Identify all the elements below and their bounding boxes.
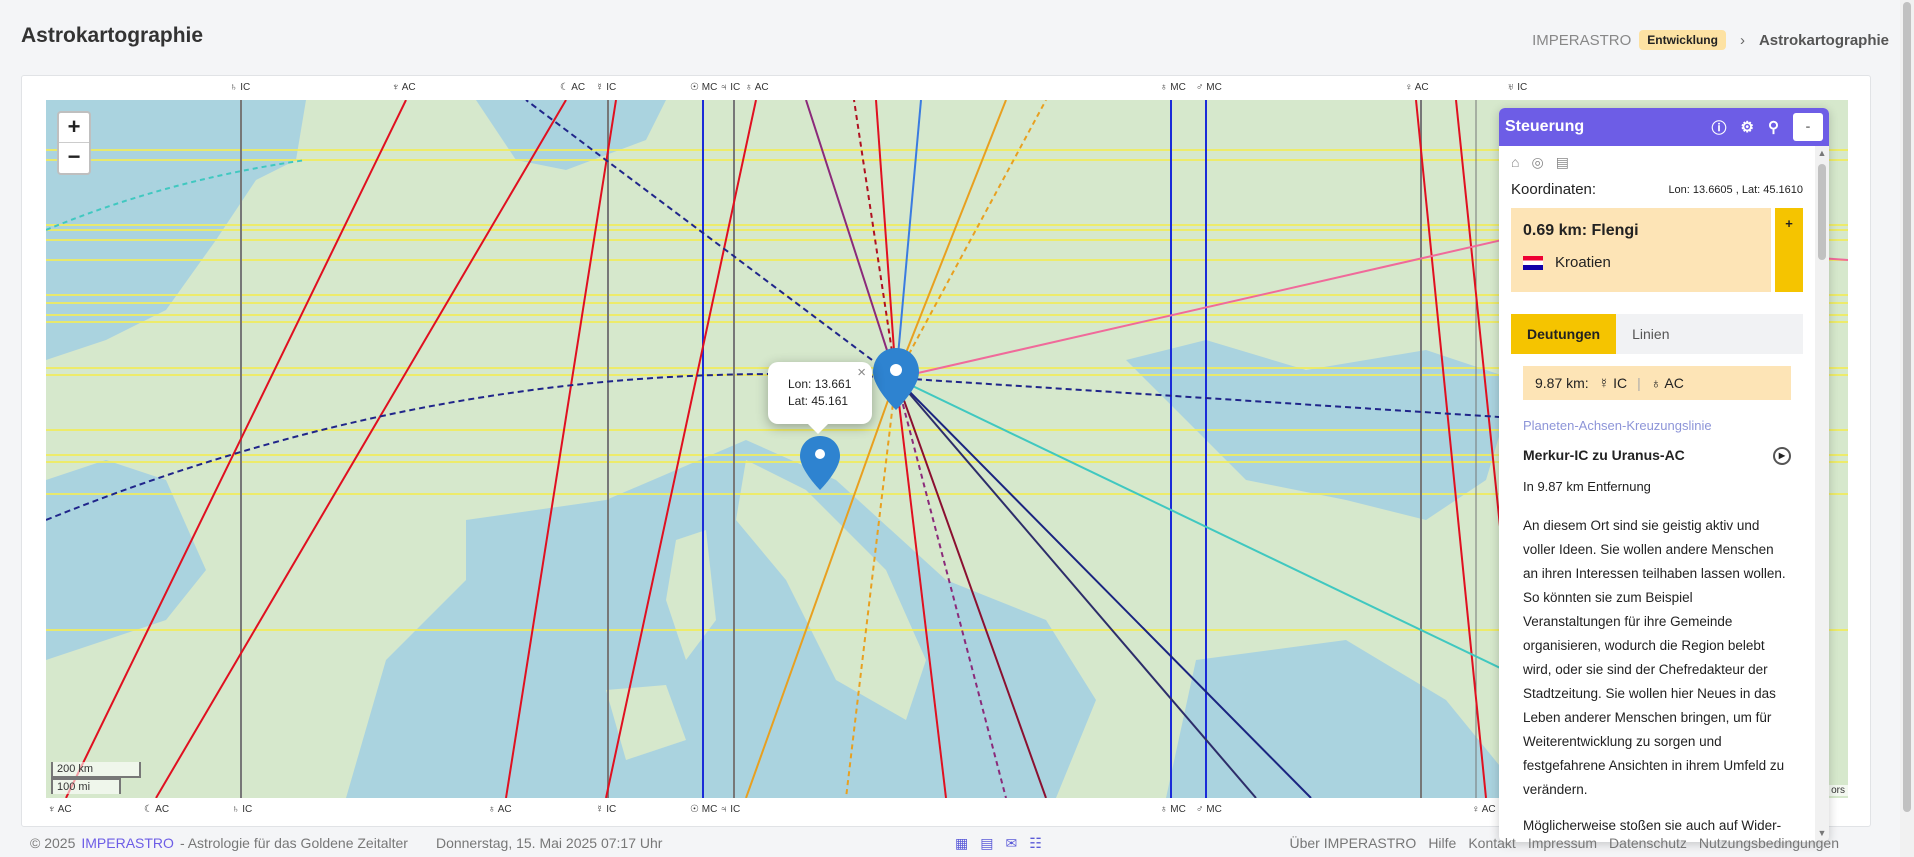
coordinates-row: Koordinaten: Lon: 13.6605 , Lat: 45.1610 <box>1511 181 1803 198</box>
axis-label-bottom: ♆ AC <box>48 804 72 815</box>
footer-tagline: - Astrologie für das Goldene Zeitalter <box>179 835 408 851</box>
crossing-distance-row: 9.87 km: ☿ IC | ♁ AC <box>1523 366 1791 400</box>
footer-copyright: © 2025 <box>30 835 76 851</box>
entry-category: Planeten-Achsen-Kreuzungslinie <box>1523 418 1712 433</box>
croatia-flag-icon <box>1523 255 1543 270</box>
axis-label-bottom: ☿ IC <box>596 804 617 815</box>
axis-label-bottom: ☾ AC <box>144 804 170 815</box>
panel-body: ⌂ ◎ ▤ Koordinaten: Lon: 13.6605 , Lat: 4… <box>1499 146 1815 842</box>
panel-toolbar: ⌂ ◎ ▤ <box>1511 146 1803 177</box>
axis-label-top: ♄ IC <box>230 82 251 93</box>
location-distance: 0.69 km: Flengi <box>1523 222 1639 239</box>
tab-deutungen[interactable]: Deutungen <box>1511 314 1617 354</box>
planet-b-label: ♁ AC <box>1650 375 1684 391</box>
globe-icon[interactable]: ◎ <box>1531 154 1543 171</box>
info-icon[interactable]: ⓘ <box>1712 117 1727 138</box>
minimize-button[interactable]: - <box>1793 113 1823 141</box>
axis-label-top: ☿ IC <box>596 82 617 93</box>
breadcrumb-brand[interactable]: IMPERASTRO <box>1532 32 1631 49</box>
search-icon[interactable]: ⚲ <box>1768 118 1779 136</box>
axis-label-top: ♀ AC <box>1405 82 1429 93</box>
breadcrumb: IMPERASTRO Entwicklung › Astrokartograph… <box>1532 30 1889 50</box>
axis-label-bottom: ♁ MC <box>1160 804 1186 815</box>
popup-close-button[interactable]: × <box>857 364 866 381</box>
zoom-in-button[interactable]: + <box>59 113 89 143</box>
tab-linien[interactable]: Linien <box>1616 314 1685 354</box>
footer-link-terms[interactable]: Nutzungsbedingungen <box>1699 835 1839 851</box>
entry-title: Merkur-IC zu Uranus-AC <box>1523 447 1685 463</box>
entry-title-row: Merkur-IC zu Uranus-AC ▶ <box>1523 447 1791 465</box>
control-panel: Steuerung ⓘ ⚙ ⚲ - ⌂ ◎ ▤ Koordinaten: Lon… <box>1499 108 1829 842</box>
coordinate-popup: × Lon: 13.661 Lat: 45.161 <box>768 362 872 434</box>
entry-distance: In 9.87 km Entfernung <box>1523 479 1651 494</box>
page-scrollbar[interactable] <box>1900 0 1914 857</box>
entry-text: An diesem Ort sind sie geistig aktiv und… <box>1523 518 1786 797</box>
gear-icon[interactable]: ⚙ <box>1741 118 1754 136</box>
environment-badge: Entwicklung <box>1639 30 1726 50</box>
axis-label-bottom: ♁ AC <box>488 804 512 815</box>
zoom-control: + − <box>57 111 91 175</box>
coordinates-label: Koordinaten: <box>1511 181 1597 198</box>
axis-label-top: ♆ AC <box>392 82 416 93</box>
panel-header: Steuerung ⓘ ⚙ ⚲ - <box>1499 108 1829 146</box>
footer-link-about[interactable]: Über IMPERASTRO <box>1290 835 1417 851</box>
scroll-up-icon[interactable]: ▲ <box>1815 148 1829 158</box>
footer-link-contact[interactable]: Kontakt <box>1468 835 1515 851</box>
location-country: Kroatien <box>1523 254 1759 271</box>
axis-label-bottom: ♂ MC <box>1196 804 1222 815</box>
scale-km: 200 km <box>51 762 141 778</box>
panel-title: Steuerung <box>1505 118 1585 135</box>
map-icon[interactable]: ▤ <box>1556 154 1569 171</box>
add-location-button[interactable]: + <box>1775 208 1803 292</box>
axis-label-bottom: ♀ AC <box>1472 804 1496 815</box>
home-icon[interactable]: ⌂ <box>1511 154 1519 171</box>
location-box: 0.69 km: Flengi Kroatien + <box>1511 208 1803 292</box>
crossing-km: 9.87 km: <box>1535 375 1589 391</box>
panel-tabs: Deutungen Linien <box>1511 314 1803 354</box>
chat-icon[interactable]: ✉ <box>1005 835 1017 852</box>
footer-links: Über IMPERASTRO Hilfe Kontakt Impressum … <box>1290 835 1840 851</box>
footer-link-help[interactable]: Hilfe <box>1428 835 1456 851</box>
coordinates-value: Lon: 13.6605 , Lat: 45.1610 <box>1668 183 1803 196</box>
axis-label-top: ☉ MC <box>690 82 718 93</box>
page-title: Astrokartographie <box>21 24 204 47</box>
axis-label-bottom: ☉ MC <box>690 804 718 815</box>
axis-label-top: ♃ IC <box>720 82 741 93</box>
axis-label-bottom: ♃ IC <box>720 804 741 815</box>
chevron-right-icon: › <box>1739 31 1745 49</box>
top-bar: Astrokartographie IMPERASTRO Entwicklung… <box>0 0 1914 75</box>
footer-link-imprint[interactable]: Impressum <box>1528 835 1597 851</box>
planet-a-label: ☿ IC <box>1598 375 1628 391</box>
popup-lat: Lat: 45.161 <box>788 394 849 408</box>
print-icon[interactable]: ▤ <box>980 835 993 852</box>
country-name: Kroatien <box>1555 254 1611 271</box>
chart-icon[interactable]: ▦ <box>955 835 968 852</box>
scale-mi: 100 mi <box>51 778 121 794</box>
page-scroll-thumb[interactable] <box>1903 2 1911 812</box>
play-icon[interactable]: ▶ <box>1773 447 1791 465</box>
footer-icons: ▦ ▤ ✉ ☷ <box>955 835 1042 852</box>
footer-date: Donnerstag, 15. Mai 2025 07:17 Uhr <box>435 835 663 851</box>
axis-label-top: ♅ IC <box>1507 82 1528 93</box>
footer: © 2025 IMPERASTRO - Astrologie für das G… <box>0 829 1914 857</box>
axis-label-top: ♁ MC <box>1160 82 1186 93</box>
axis-label-top: ♁ AC <box>745 82 769 93</box>
footer-brand[interactable]: IMPERASTRO <box>81 835 174 851</box>
axis-label-bottom: ♄ IC <box>232 804 253 815</box>
panel-scrollbar[interactable]: ▲ ▼ <box>1815 146 1829 842</box>
map-attribution[interactable]: ors <box>1828 785 1848 796</box>
axis-label-top: ♂ MC <box>1196 82 1222 93</box>
panel-scroll-thumb[interactable] <box>1818 164 1826 260</box>
map-scale: 200 km 100 mi <box>51 762 141 794</box>
axis-label-top: ☾ AC <box>560 82 586 93</box>
document-icon[interactable]: ☷ <box>1029 835 1042 852</box>
zoom-out-button[interactable]: − <box>59 143 89 173</box>
footer-link-privacy[interactable]: Datenschutz <box>1609 835 1687 851</box>
breadcrumb-current: Astrokartographie <box>1758 31 1889 49</box>
